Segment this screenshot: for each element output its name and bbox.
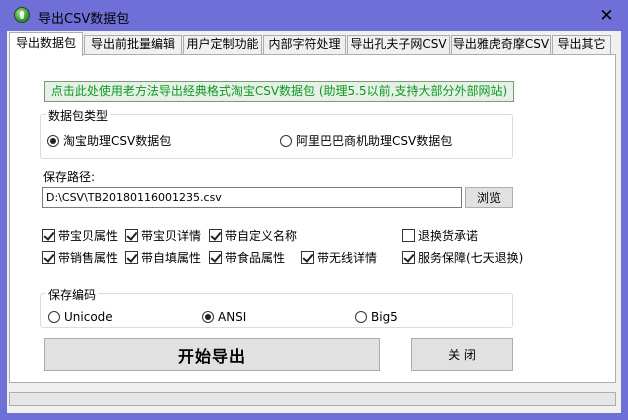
radio-taobao-csv[interactable]: 淘宝助理CSV数据包 (47, 132, 171, 149)
browse-label: 浏览 (476, 191, 501, 205)
checkbox-checked-icon (125, 229, 138, 242)
radio-label: Big5 (371, 310, 398, 324)
tab-label: 导出前批量编辑 (90, 37, 175, 51)
radio-alibaba-csv[interactable]: 阿里巴巴商机助理CSV数据包 (280, 132, 452, 149)
tab-label: 导出其它 (557, 37, 606, 51)
window-title: 导出CSV数据包 (38, 12, 130, 27)
tab-batch-edit[interactable]: 导出前批量编辑 (84, 35, 182, 54)
browse-button[interactable]: 浏览 (465, 187, 513, 208)
check-label: 带食品属性 (225, 251, 286, 265)
checkbox-unchecked-icon (402, 229, 415, 242)
radio-encoding-big5[interactable]: Big5 (355, 310, 398, 324)
check-item-details[interactable]: 带宝贝详情 (125, 227, 201, 244)
start-export-button[interactable]: 开始导出 (44, 338, 380, 371)
radio-encoding-unicode[interactable]: Unicode (48, 310, 113, 324)
close-icon: ✕ (599, 5, 614, 26)
tab-label: 用户定制功能 (186, 37, 259, 51)
check-wireless-details[interactable]: 带无线详情 (301, 249, 377, 266)
check-label: 带自定义名称 (225, 229, 298, 243)
check-custom-name[interactable]: 带自定义名称 (209, 227, 297, 244)
check-item-attributes[interactable]: 带宝贝属性 (42, 227, 118, 244)
close-window-button[interactable]: ✕ (585, 0, 628, 31)
radio-label: 阿里巴巴商机助理CSV数据包 (296, 134, 453, 148)
radio-label: 淘宝助理CSV数据包 (63, 134, 172, 148)
check-sales-attributes[interactable]: 带销售属性 (42, 249, 118, 266)
check-food-attributes[interactable]: 带食品属性 (209, 249, 285, 266)
checkbox-checked-icon (209, 251, 222, 264)
check-label: 带宝贝详情 (141, 229, 202, 243)
tab-user-custom[interactable]: 用户定制功能 (183, 35, 262, 54)
tab-label: 内部字符处理 (268, 37, 341, 51)
checkbox-checked-icon (301, 251, 314, 264)
check-service-guarantee[interactable]: 服务保障(七天退换) (402, 249, 523, 266)
radio-encoding-ansi[interactable]: ANSI (202, 310, 246, 324)
tab-label: 导出数据包 (15, 36, 76, 50)
save-path-label: 保存路径: (43, 170, 96, 184)
check-label: 带销售属性 (58, 251, 119, 265)
close-button[interactable]: 关 闭 (411, 338, 513, 371)
radio-label: Unicode (64, 310, 113, 324)
tab-char-processing[interactable]: 内部字符处理 (263, 35, 346, 54)
check-label: 带宝贝属性 (58, 229, 119, 243)
start-export-label: 开始导出 (177, 346, 246, 366)
title-bar[interactable]: 导出CSV数据包 ✕ (0, 0, 628, 31)
check-label: 服务保障(七天退换) (418, 251, 524, 265)
close-label: 关 闭 (448, 348, 476, 362)
tab-export-yahoo[interactable]: 导出雅虎奇摩CSV (451, 35, 551, 54)
radio-label: ANSI (218, 310, 247, 324)
checkbox-checked-icon (402, 251, 415, 264)
tab-label: 导出雅虎奇摩CSV (452, 37, 550, 51)
checkbox-checked-icon (209, 229, 222, 242)
radio-unselected-icon (48, 311, 60, 323)
checkbox-checked-icon (125, 251, 138, 264)
app-window: 导出CSV数据包 ✕ 导出数据包 导出前批量编辑 用户定制功能 内部字符处理 导… (0, 0, 628, 420)
tab-export-other[interactable]: 导出其它 (552, 35, 611, 54)
save-path-input[interactable]: D:\CSV\TB20180116001235.csv (42, 187, 462, 208)
checkbox-checked-icon (42, 229, 55, 242)
check-label: 带自填属性 (141, 251, 202, 265)
tab-export-kongfz[interactable]: 导出孔夫子网CSV (347, 35, 450, 54)
radio-selected-icon (47, 134, 59, 147)
checkbox-checked-icon (42, 251, 55, 264)
radio-selected-icon (202, 311, 214, 323)
check-label: 退换货承诺 (418, 229, 479, 243)
tab-panel: 点击此处使用老方法导出经典格式淘宝CSV数据包 (助理5.5以前,支持大部分外部… (9, 54, 616, 383)
check-label: 带无线详情 (317, 251, 378, 265)
app-logo-icon (14, 7, 30, 23)
encoding-legend: 保存编码 (46, 286, 99, 303)
check-return-promise[interactable]: 退换货承诺 (402, 227, 478, 244)
radio-unselected-icon (280, 134, 292, 147)
client-area: 导出数据包 导出前批量编辑 用户定制功能 内部字符处理 导出孔夫子网CSV 导出… (7, 31, 621, 413)
radio-unselected-icon (355, 311, 367, 323)
tab-label: 导出孔夫子网CSV (350, 37, 447, 51)
classic-export-link[interactable]: 点击此处使用老方法导出经典格式淘宝CSV数据包 (助理5.5以前,支持大部分外部… (44, 81, 514, 102)
tab-export-package[interactable]: 导出数据包 (9, 32, 83, 56)
check-self-fill-attributes[interactable]: 带自填属性 (125, 249, 201, 266)
status-bar (9, 392, 616, 406)
package-type-legend: 数据包类型 (46, 107, 111, 124)
